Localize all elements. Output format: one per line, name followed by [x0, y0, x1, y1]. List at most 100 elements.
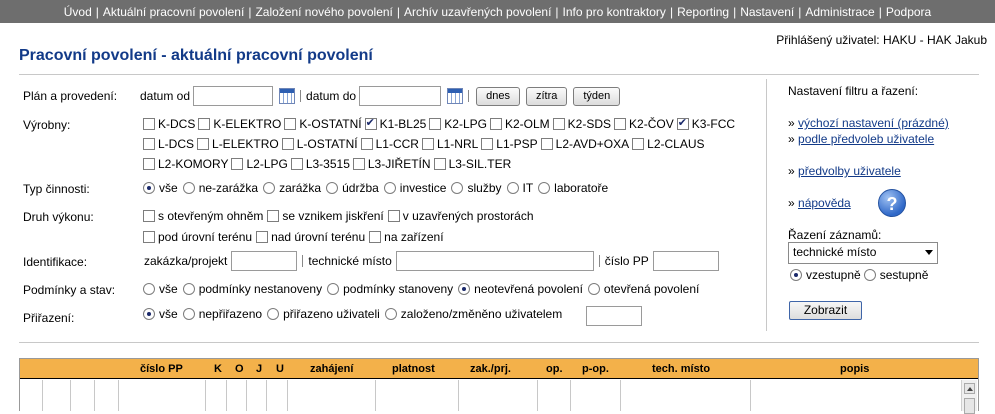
- column-header[interactable]: op.: [546, 363, 563, 375]
- checkbox[interactable]: [284, 118, 297, 130]
- checkbox-item[interactable]: L2-CLAUS: [632, 137, 705, 151]
- sort-select[interactable]: technické místo: [788, 242, 938, 264]
- radio-item[interactable]: údržba: [326, 181, 379, 195]
- prirazeni-user-input[interactable]: [586, 306, 642, 326]
- radio-button[interactable]: [182, 182, 195, 194]
- checkbox[interactable]: [231, 158, 244, 170]
- checkbox-item[interactable]: L2-AVD+OXA: [540, 137, 629, 151]
- checkbox-item[interactable]: K-ELEKTRO: [198, 117, 281, 131]
- radio-item[interactable]: vše: [143, 307, 178, 321]
- checkbox-item[interactable]: se vznikem jiskření: [267, 209, 384, 223]
- today-button[interactable]: dnes: [476, 86, 520, 106]
- prefs-link[interactable]: předvolby uživatele: [798, 164, 901, 178]
- nav-item[interactable]: Info pro kontraktory: [563, 5, 666, 19]
- radio-button[interactable]: [451, 182, 464, 194]
- radio-item[interactable]: neotevřená povolení: [458, 282, 583, 296]
- radio-button[interactable]: [143, 308, 155, 320]
- nav-item[interactable]: Založení nového povolení: [255, 5, 392, 19]
- checkbox[interactable]: [540, 138, 553, 150]
- nav-item[interactable]: Reporting: [677, 5, 729, 19]
- checkbox-item[interactable]: L-OSTATNÍ: [281, 137, 358, 151]
- cislopp-input[interactable]: [652, 251, 719, 271]
- radio-item[interactable]: vše: [143, 282, 178, 296]
- column-header[interactable]: číslo PP: [140, 363, 183, 375]
- radio-button[interactable]: [384, 308, 397, 320]
- date-from-input[interactable]: [193, 86, 274, 106]
- checkbox-item[interactable]: K3-FCC: [676, 116, 735, 131]
- checkbox[interactable]: [143, 231, 155, 243]
- radio-button[interactable]: [263, 182, 276, 194]
- checkbox[interactable]: [364, 116, 377, 130]
- help-icon[interactable]: ?: [878, 189, 906, 217]
- radio-item[interactable]: založeno/změněno uživatelem: [384, 307, 562, 321]
- checkbox-item[interactable]: K2-SDS: [552, 117, 611, 131]
- checkbox[interactable]: [552, 118, 565, 130]
- checkbox-item[interactable]: K1-BL25: [364, 116, 426, 131]
- column-header[interactable]: p-op.: [582, 363, 609, 375]
- week-button[interactable]: týden: [573, 86, 621, 106]
- checkbox-item[interactable]: nad úrovní terénu: [256, 230, 365, 244]
- calendar-icon[interactable]: [447, 88, 464, 104]
- checkbox-item[interactable]: pod úrovní terénu: [143, 230, 252, 244]
- radio-item[interactable]: investice: [383, 181, 446, 195]
- checkbox[interactable]: [481, 138, 494, 150]
- default-settings-link[interactable]: výchozí nastavení (prázdné): [798, 116, 949, 130]
- checkbox[interactable]: [352, 158, 365, 170]
- checkbox[interactable]: [198, 118, 211, 130]
- checkbox[interactable]: [143, 118, 155, 130]
- checkbox[interactable]: [632, 138, 645, 150]
- radio-button[interactable]: [143, 182, 155, 194]
- radio-button[interactable]: [267, 308, 280, 320]
- column-header[interactable]: zak./prj.: [470, 363, 511, 375]
- checkbox-item[interactable]: L-DCS: [143, 137, 194, 151]
- column-header[interactable]: popis: [840, 363, 869, 375]
- tomorrow-button[interactable]: zítra: [525, 86, 568, 106]
- column-header[interactable]: K: [214, 363, 222, 375]
- radio-button[interactable]: [143, 283, 155, 295]
- column-header[interactable]: tech. místo: [652, 363, 710, 375]
- techmisto-input[interactable]: [395, 251, 594, 271]
- checkbox[interactable]: [429, 118, 442, 130]
- radio-button[interactable]: [383, 182, 396, 194]
- checkbox-item[interactable]: L3-JIŘETÍN: [352, 157, 431, 171]
- checkbox-item[interactable]: L3-3515: [290, 157, 350, 171]
- checkbox-item[interactable]: L2-KOMORY: [143, 157, 228, 171]
- checkbox[interactable]: [489, 118, 502, 130]
- radio-button[interactable]: [326, 182, 339, 194]
- checkbox-item[interactable]: L-ELEKTRO: [197, 137, 279, 151]
- radio-item[interactable]: vše: [143, 181, 178, 195]
- radio-button[interactable]: [538, 182, 551, 194]
- nav-item[interactable]: Podpora: [886, 5, 931, 19]
- scroll-up-icon[interactable]: [964, 383, 975, 394]
- checkbox-item[interactable]: s otevřeným ohněm: [143, 209, 263, 223]
- table-scrollbar[interactable]: [961, 380, 977, 414]
- show-button[interactable]: Zobrazit: [789, 301, 862, 320]
- radio-item[interactable]: přiřazeno uživateli: [267, 307, 380, 321]
- radio-button[interactable]: [587, 283, 600, 295]
- radio-item[interactable]: podmínky stanoveny: [327, 282, 453, 296]
- checkbox-item[interactable]: K2-OLM: [489, 117, 550, 131]
- radio-item[interactable]: služby: [451, 181, 502, 195]
- checkbox-item[interactable]: K2-LPG: [429, 117, 487, 131]
- nav-item[interactable]: Nastavení: [740, 5, 794, 19]
- checkbox[interactable]: [143, 158, 155, 170]
- radio-item[interactable]: podmínky nestanoveny: [182, 282, 322, 296]
- checkbox[interactable]: [421, 138, 434, 150]
- checkbox[interactable]: [281, 138, 294, 150]
- date-to-input[interactable]: [359, 86, 442, 106]
- radio-item[interactable]: otevřená povolení: [587, 282, 699, 296]
- checkbox[interactable]: [143, 138, 155, 150]
- checkbox-item[interactable]: L1-NRL: [421, 137, 478, 151]
- radio-item[interactable]: ne-zarážka: [182, 181, 258, 195]
- column-header[interactable]: platnost: [392, 363, 435, 375]
- checkbox-item[interactable]: L1-PSP: [481, 137, 538, 151]
- radio-button[interactable]: [182, 308, 195, 320]
- nav-item[interactable]: Archív uzavřených povolení: [404, 5, 551, 19]
- scroll-thumb[interactable]: [964, 398, 975, 414]
- checkbox[interactable]: [360, 138, 373, 150]
- zakazka-input[interactable]: [231, 251, 298, 271]
- checkbox[interactable]: [614, 118, 627, 130]
- user-prefs-link[interactable]: podle předvoleb uživatele: [798, 132, 934, 146]
- radio-button[interactable]: [458, 283, 471, 295]
- radio-item[interactable]: zarážka: [263, 181, 321, 195]
